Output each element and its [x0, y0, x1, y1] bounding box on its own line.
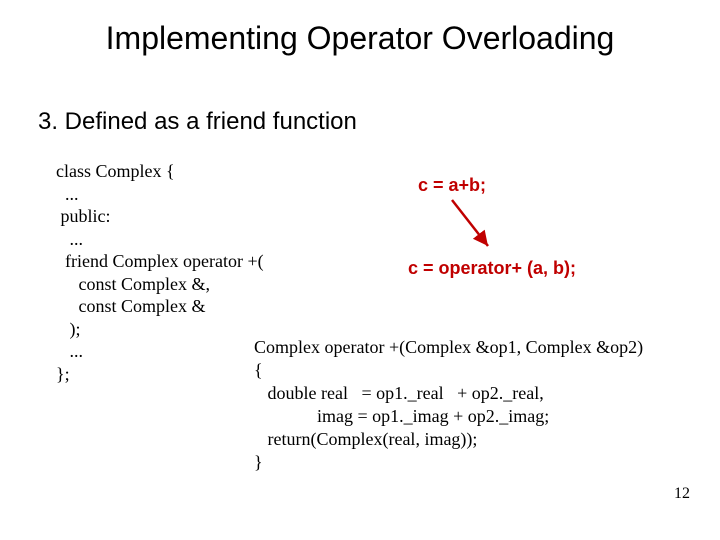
- page-number: 12: [674, 485, 690, 503]
- arrow-down-right-icon: [444, 196, 514, 256]
- expression-call: c = a+b;: [418, 175, 486, 196]
- slide-title: Implementing Operator Overloading: [0, 20, 720, 57]
- expression-expanded: c = operator+ (a, b);: [408, 258, 576, 279]
- slide: Implementing Operator Overloading 3. Def…: [0, 0, 720, 540]
- section-heading: 3. Defined as a friend function: [38, 108, 357, 136]
- class-declaration-code: class Complex { ... public: ... friend C…: [56, 160, 264, 385]
- function-definition-code: Complex operator +(Complex &op1, Complex…: [254, 336, 714, 474]
